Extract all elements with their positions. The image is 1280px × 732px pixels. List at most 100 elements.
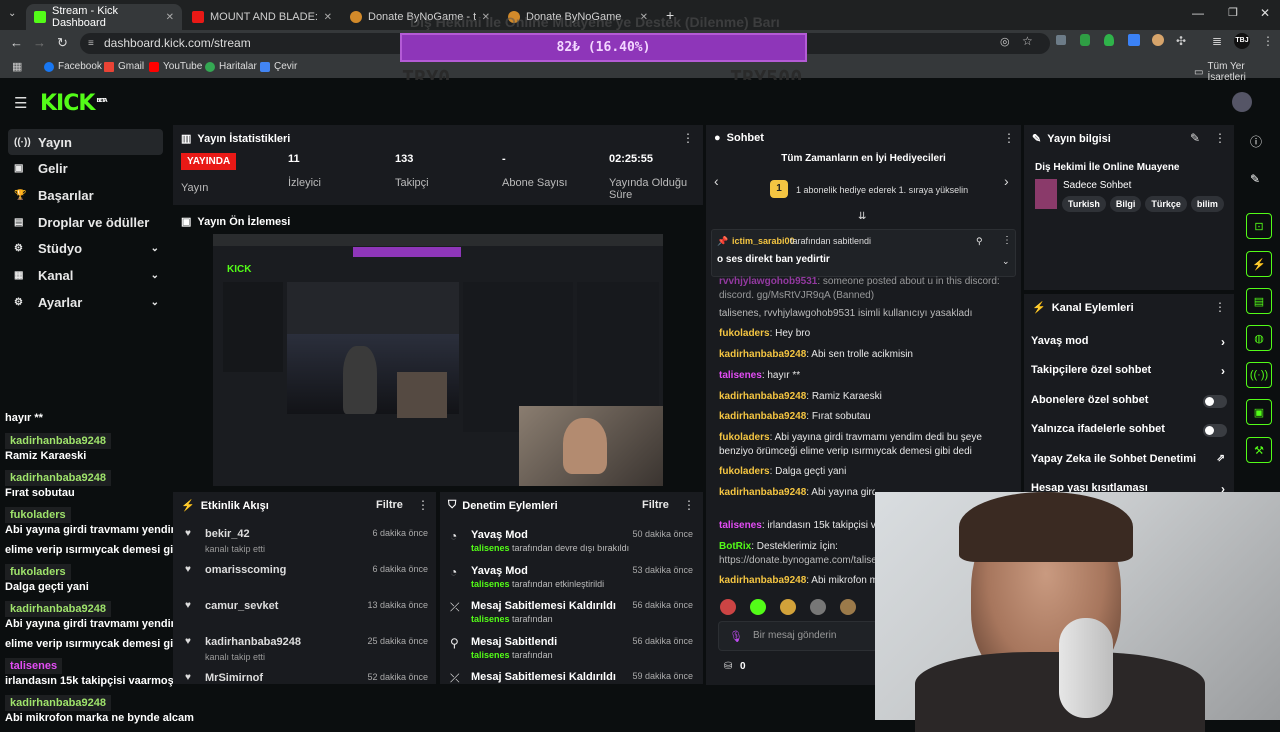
back-icon[interactable]: ←: [10, 35, 23, 50]
activity-filter-button[interactable]: Filtre: [376, 499, 403, 511]
tab-search-icon[interactable]: ⌄: [8, 8, 16, 19]
apps-grid-icon[interactable]: ▦: [12, 60, 22, 73]
chevron-right-icon[interactable]: ›: [1221, 335, 1225, 349]
chat-username[interactable]: kadirhanbaba9248: [719, 487, 806, 498]
chat-username[interactable]: rvvhjylawgohob9531: [719, 276, 817, 287]
activity-menu-icon[interactable]: ⋮: [417, 498, 429, 512]
stats-menu-icon[interactable]: ⋮: [682, 131, 694, 145]
activity-row[interactable]: ♥ omarisscoming 6 dakika önce: [183, 560, 428, 594]
site-info-icon[interactable]: ≡: [88, 33, 94, 54]
profile-avatar[interactable]: TBJ: [1234, 33, 1250, 49]
channel-action-row[interactable]: Takipçilere özel sohbet ›: [1031, 364, 1227, 384]
sidebar-item-4[interactable]: ⚙ Stüdyo ⌄: [8, 236, 163, 262]
rail-button-wrench-icon[interactable]: ⚒: [1246, 437, 1272, 463]
chevron-down-icon[interactable]: ⌄: [151, 243, 159, 254]
chat-username[interactable]: fukoladers: [719, 466, 770, 477]
scroll-down-icon[interactable]: ⇊: [858, 211, 866, 222]
sidebar-item-6[interactable]: ⚙ Ayarlar ⌄: [8, 289, 163, 315]
rail-button-save-icon[interactable]: ▣: [1246, 399, 1272, 425]
chat-username[interactable]: BotRix: [719, 541, 751, 552]
tag[interactable]: Bilgi: [1109, 196, 1142, 212]
extension-icon[interactable]: [1056, 35, 1066, 45]
moderation-filter-button[interactable]: Filtre: [642, 499, 669, 511]
emote-icon[interactable]: [780, 599, 796, 615]
sidebar-item-3[interactable]: ▤ Droplar ve ödüller: [8, 209, 163, 235]
chat-username[interactable]: fukoladers: [719, 432, 770, 443]
chat-username[interactable]: kadirhanbaba9248: [719, 391, 806, 402]
activity-row[interactable]: ♥ bekir_42 kanalı takip etti 6 dakika önce: [183, 524, 428, 558]
info-icon[interactable]: ⓘ: [1250, 133, 1262, 150]
moderation-row[interactable]: ⤫ Mesaj Sabitlemesi Kaldırıldı 59 dakika ö…: [450, 668, 693, 702]
stream-preview-video[interactable]: KICK: [213, 234, 663, 486]
chat-username[interactable]: kadirhanbaba9248: [719, 349, 806, 360]
edit-stream-icon[interactable]: ✎: [1190, 131, 1200, 145]
channel-actions-menu-icon[interactable]: ⋮: [1214, 300, 1226, 314]
channel-action-row[interactable]: Yavaş mod ›: [1031, 335, 1227, 355]
microphone-icon[interactable]: 🎙: [729, 630, 743, 643]
minimize-icon[interactable]: —: [1192, 6, 1204, 20]
stream-info-menu-icon[interactable]: ⋮: [1214, 131, 1226, 145]
tag[interactable]: Türkçe: [1145, 196, 1187, 212]
tag[interactable]: Turkish: [1062, 196, 1106, 212]
bookmark-translate[interactable]: Çevir: [260, 61, 297, 72]
translate-extension-icon[interactable]: [1128, 34, 1140, 46]
user-avatar[interactable]: [1232, 92, 1252, 112]
moderation-row[interactable]: ◔ Yavaş Mod talisenes tarafından devre dış…: [450, 526, 693, 560]
emote-icon[interactable]: [840, 599, 856, 615]
bookmark-facebook[interactable]: Facebook: [44, 61, 102, 72]
stream-category[interactable]: Sadece Sohbet: [1063, 180, 1131, 191]
kick-logo[interactable]: KICK BETA: [40, 91, 108, 116]
rail-button-doc-icon[interactable]: ▤: [1246, 288, 1272, 314]
gifters-next-icon[interactable]: ›: [1004, 173, 1009, 189]
forward-icon[interactable]: →: [33, 35, 46, 50]
emote-icon[interactable]: [810, 599, 826, 615]
close-tab-icon[interactable]: ✕: [324, 12, 332, 23]
sidebar-item-2[interactable]: 🏆 Başarılar: [8, 182, 163, 208]
rail-button-clip-icon[interactable]: ⊡: [1246, 213, 1272, 239]
toggle-switch[interactable]: [1203, 424, 1227, 438]
chevron-right-icon[interactable]: ›: [1221, 364, 1225, 378]
activity-row[interactable]: ♥ camur_sevket 13 dakika önce: [183, 596, 428, 630]
hamburger-menu-icon[interactable]: ☰: [14, 94, 27, 112]
bookmark-youtube[interactable]: YouTube: [149, 61, 202, 72]
tag[interactable]: bilim: [1190, 196, 1224, 212]
chat-username[interactable]: kadirhanbaba9248: [719, 575, 806, 586]
sidebar-item-0[interactable]: ((·)) Yayın: [8, 129, 163, 155]
pinned-menu-icon[interactable]: ⋮: [1002, 235, 1012, 246]
activity-row[interactable]: ♥ kadirhanbaba9248 kanalı takip etti 25 dak…: [183, 632, 428, 666]
rail-button-lightning-icon[interactable]: ⚡: [1246, 251, 1272, 277]
bookmark-maps[interactable]: Haritalar: [205, 61, 257, 72]
moderation-menu-icon[interactable]: ⋮: [683, 498, 695, 512]
external-link-icon[interactable]: ⇗: [1217, 453, 1225, 464]
shield-extension-icon[interactable]: [1104, 34, 1114, 46]
channel-action-row[interactable]: Abonelere özel sohbet: [1031, 394, 1227, 414]
chat-input[interactable]: 🎙 Bir mesaj gönderin: [718, 621, 878, 651]
chat-menu-icon[interactable]: ⋮: [1003, 131, 1015, 145]
reload-icon[interactable]: ↻: [57, 35, 68, 51]
extensions-puzzle-icon[interactable]: ✣: [1176, 34, 1186, 48]
unpin-icon[interactable]: ⚲: [976, 236, 983, 247]
sidebar-item-5[interactable]: ▦ Kanal ⌄: [8, 263, 163, 289]
menu-icon[interactable]: ⋮: [1262, 34, 1274, 48]
edit-icon[interactable]: ✎: [1250, 172, 1260, 186]
close-tab-icon[interactable]: ✕: [166, 12, 174, 23]
chevron-down-icon[interactable]: ⌄: [151, 297, 159, 308]
tab-kick-dashboard[interactable]: Stream - Kick Dashboard ✕: [26, 4, 182, 30]
activity-row[interactable]: ♥ MrSimirnof 52 dakika önce: [183, 668, 428, 702]
emote-icon[interactable]: [720, 599, 736, 615]
sidebar-item-1[interactable]: ▣ Gelir: [8, 156, 163, 182]
moderation-row[interactable]: ⤫ Mesaj Sabitlemesi Kaldırıldı talisenes t…: [450, 597, 693, 631]
chat-username[interactable]: talisenes: [719, 370, 762, 381]
toggle-switch[interactable]: [1203, 394, 1227, 408]
chat-username[interactable]: talisenes: [719, 520, 762, 531]
rail-button-chat-icon[interactable]: ◍: [1246, 325, 1272, 351]
emote-icon[interactable]: [750, 599, 766, 615]
bookmark-gmail[interactable]: Gmail: [104, 61, 144, 72]
channel-points-icon[interactable]: ⛁: [724, 661, 732, 672]
tab-youtube[interactable]: MOUNT AND BLADE: Wart... ✕: [184, 4, 340, 30]
restore-icon[interactable]: ❐: [1228, 6, 1238, 19]
chevron-down-icon[interactable]: ⌄: [151, 270, 159, 281]
rail-button-broadcast-icon[interactable]: ((·)): [1246, 362, 1272, 388]
chat-username[interactable]: fukoladers: [719, 328, 770, 339]
bookmark-star-icon[interactable]: ☆: [1022, 34, 1033, 48]
